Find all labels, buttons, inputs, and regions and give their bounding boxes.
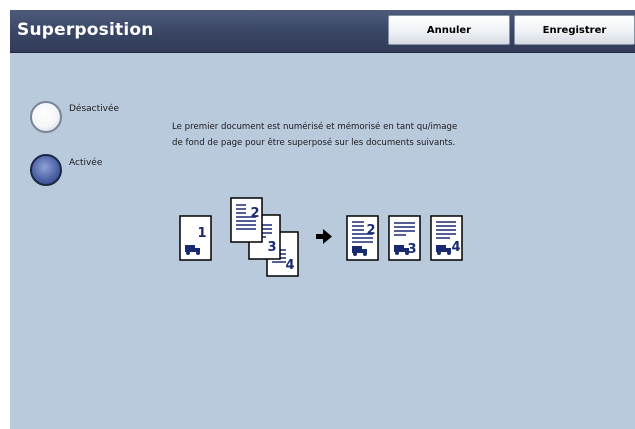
page-1-icon: 1 [179, 215, 212, 261]
arrow-right-icon [316, 229, 332, 244]
page-number: 4 [285, 258, 294, 273]
page-number: 2 [250, 206, 259, 221]
page-number: 4 [451, 240, 460, 255]
page-number: 3 [267, 240, 276, 255]
result-page-2-icon: 2 [346, 215, 379, 261]
page-number: 2 [366, 223, 375, 238]
page-number: 1 [197, 226, 206, 241]
result-page-4-icon: 4 [430, 215, 463, 261]
overlay-diagram: 1 4 3 2 2 3 4 [179, 197, 463, 277]
dialog-panel: Superposition Annuler Enregistrer Désact… [10, 10, 635, 429]
page-2-icon: 2 [230, 197, 263, 243]
result-page-3-icon: 3 [388, 215, 421, 261]
